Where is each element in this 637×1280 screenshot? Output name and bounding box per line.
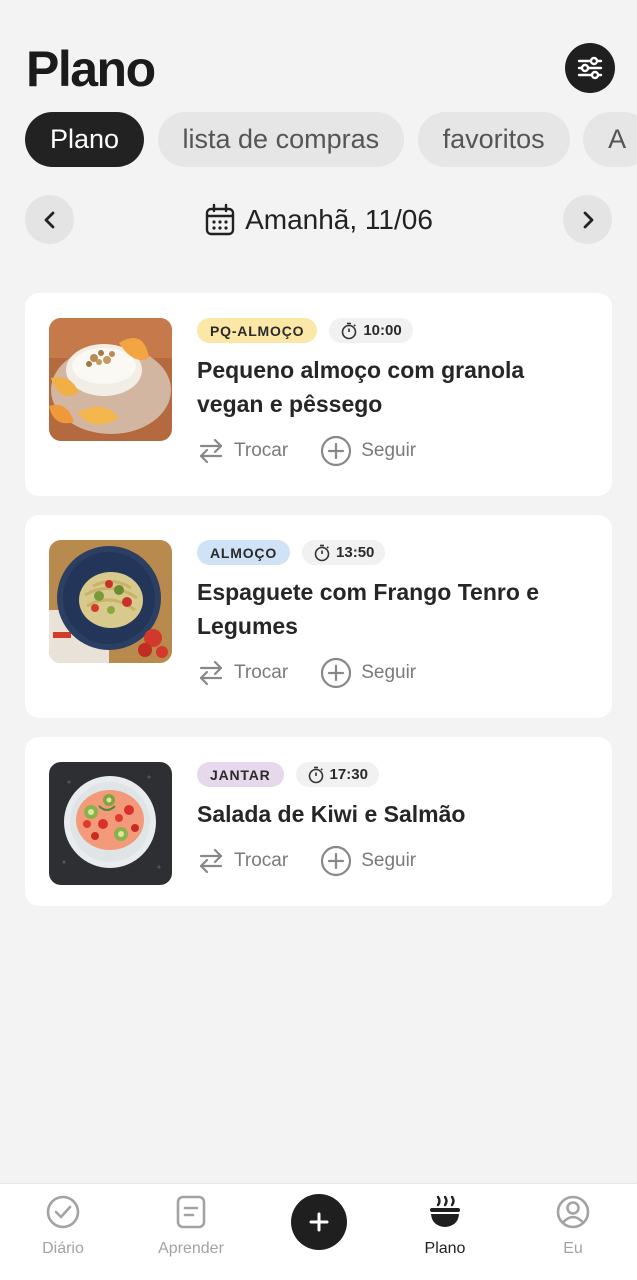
previous-day-button[interactable] <box>25 195 74 244</box>
swap-icon <box>199 848 223 874</box>
swap-label: Trocar <box>234 662 289 683</box>
swap-button[interactable]: Trocar <box>197 847 288 875</box>
next-day-button[interactable] <box>563 195 612 244</box>
nav-plano[interactable]: Plano <box>395 1194 495 1258</box>
time-badge: 17:30 <box>295 762 379 787</box>
nav-label: Eu <box>563 1240 583 1257</box>
header: Plano <box>26 40 615 98</box>
swap-icon <box>199 438 223 464</box>
food-bowl-icon <box>430 1195 460 1227</box>
plus-circle-icon <box>321 845 352 877</box>
add-button[interactable] <box>291 1194 347 1250</box>
nav-label: Aprender <box>158 1240 224 1257</box>
meal-photo <box>49 318 172 441</box>
chevron-left-icon <box>44 211 54 228</box>
swap-button[interactable]: Trocar <box>197 437 288 465</box>
tab-lista-de-compras[interactable]: lista de compras <box>157 112 405 167</box>
meal-card-dinner[interactable]: JANTAR 17:30 Salada de Kiwi e Salmão Tro… <box>25 737 612 906</box>
time-label: 17:30 <box>329 766 368 783</box>
check-circle-icon <box>46 1195 80 1229</box>
chevron-right-icon <box>583 211 593 228</box>
recipe-title[interactable]: Espaguete com Frango Tenro e Legumes <box>197 575 592 643</box>
meal-photo <box>49 540 172 663</box>
follow-button[interactable]: Seguir <box>320 435 416 467</box>
meal-photo <box>49 762 172 885</box>
tab-favoritos[interactable]: favoritos <box>417 112 570 167</box>
nav-eu[interactable]: Eu <box>523 1194 623 1258</box>
time-label: 13:50 <box>336 544 375 561</box>
plus-icon <box>309 1212 329 1232</box>
recipe-title[interactable]: Salada de Kiwi e Salmão <box>197 797 592 831</box>
stopwatch-icon <box>314 544 330 561</box>
stopwatch-icon <box>308 766 323 783</box>
nav-label: Diário <box>42 1240 84 1257</box>
plus-circle-icon <box>321 657 352 689</box>
date-display[interactable]: Amanhã, 11/06 <box>25 195 612 244</box>
follow-button[interactable]: Seguir <box>320 845 416 877</box>
meal-type-badge: JANTAR <box>197 762 284 787</box>
time-badge: 13:50 <box>302 540 386 565</box>
swap-label: Trocar <box>234 440 289 461</box>
calendar-icon <box>205 203 235 235</box>
profile-icon <box>556 1195 590 1229</box>
swap-label: Trocar <box>234 850 289 871</box>
meal-type-badge: PQ-ALMOÇO <box>197 318 318 343</box>
nav-aprender[interactable]: Aprender <box>141 1194 241 1258</box>
tab-bar: Plano lista de compras favoritos A <box>25 112 637 168</box>
follow-label: Seguir <box>361 850 417 871</box>
note-icon <box>176 1195 206 1229</box>
swap-icon <box>199 660 223 686</box>
sliders-icon <box>577 56 603 80</box>
bottom-navigation: Diário Aprender Plano Eu <box>0 1183 637 1280</box>
tab-plano[interactable]: Plano <box>25 112 145 167</box>
time-badge: 10:00 <box>329 318 413 343</box>
date-navigation: Amanhã, 11/06 <box>25 195 612 245</box>
date-label: Amanhã, 11/06 <box>245 203 433 235</box>
nav-diario[interactable]: Diário <box>13 1194 113 1258</box>
follow-label: Seguir <box>361 440 417 461</box>
follow-button[interactable]: Seguir <box>320 657 416 689</box>
meal-card-breakfast[interactable]: PQ-ALMOÇO 10:00 Pequeno almoço com grano… <box>25 293 612 496</box>
recipe-title[interactable]: Pequeno almoço com granola vegan e pêsse… <box>197 353 592 421</box>
meal-type-badge: ALMOÇO <box>197 540 291 565</box>
plus-circle-icon <box>321 435 352 467</box>
swap-button[interactable]: Trocar <box>197 659 288 687</box>
tab-partial[interactable]: A <box>583 112 637 167</box>
page-title: Plano <box>26 41 156 97</box>
nav-label: Plano <box>424 1240 466 1257</box>
filter-button[interactable] <box>565 43 615 93</box>
time-label: 10:00 <box>363 322 402 339</box>
stopwatch-icon <box>342 322 357 339</box>
meal-card-lunch[interactable]: ALMOÇO 13:50 Espaguete com Frango Tenro … <box>25 515 612 718</box>
follow-label: Seguir <box>361 662 417 683</box>
